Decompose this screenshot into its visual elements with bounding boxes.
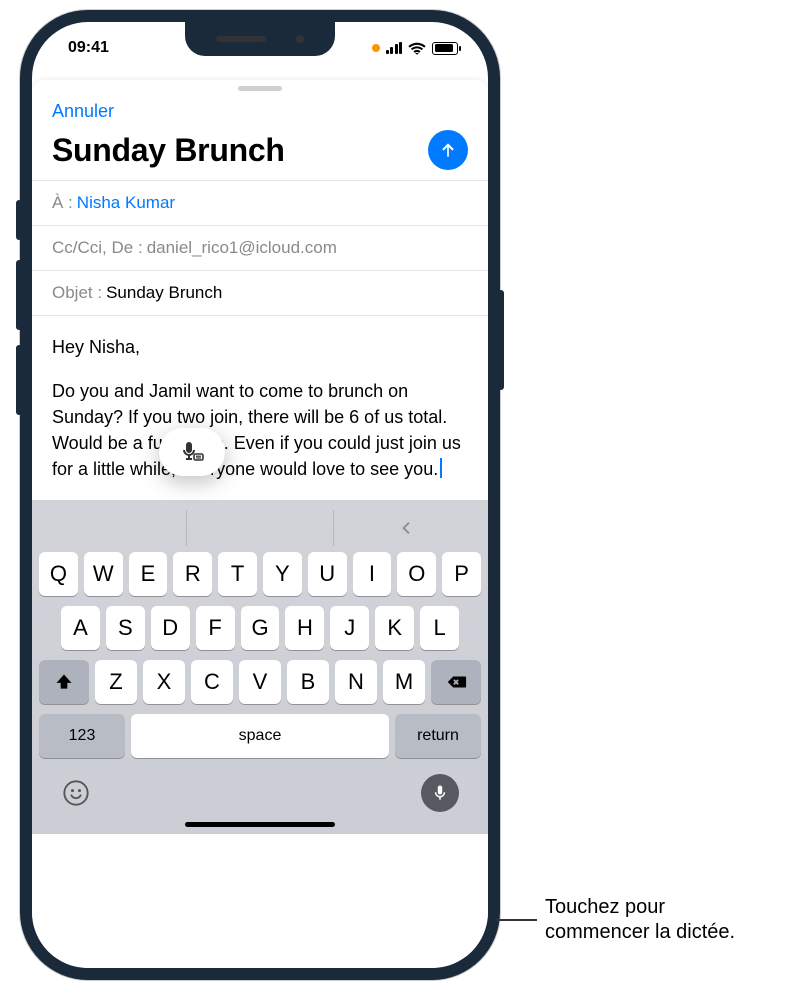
key-k[interactable]: K	[375, 606, 414, 650]
key-n[interactable]: N	[335, 660, 377, 704]
key-x[interactable]: X	[143, 660, 185, 704]
callout-text: Touchez pour commencer la dictée.	[545, 895, 735, 945]
mic-icon	[431, 784, 449, 802]
emoji-icon	[62, 779, 90, 807]
body-greeting: Hey Nisha,	[52, 334, 468, 360]
key-row-bottom: 123 space return	[37, 714, 483, 768]
key-numbers[interactable]: 123	[39, 714, 125, 758]
key-y[interactable]: Y	[263, 552, 302, 596]
screen: 09:41 Annuler Sunday Brunch À	[32, 22, 488, 968]
message-body[interactable]: Hey Nisha, Do you and Jamil want to come…	[32, 316, 488, 500]
key-m[interactable]: M	[383, 660, 425, 704]
cancel-button[interactable]: Annuler	[52, 95, 114, 130]
key-s[interactable]: S	[106, 606, 145, 650]
mic-keyboard-icon	[180, 440, 204, 464]
arrow-up-icon	[438, 140, 458, 160]
status-time: 09:41	[68, 39, 109, 57]
emoji-button[interactable]	[61, 778, 91, 808]
status-icons	[372, 41, 459, 55]
prediction-slot-1[interactable]	[41, 510, 187, 546]
key-a[interactable]: A	[61, 606, 100, 650]
notch	[185, 22, 335, 56]
key-l[interactable]: L	[420, 606, 459, 650]
side-button-silence	[16, 200, 22, 240]
key-z[interactable]: Z	[95, 660, 137, 704]
key-v[interactable]: V	[239, 660, 281, 704]
recording-indicator-icon	[372, 44, 380, 52]
compose-title: Sunday Brunch	[52, 132, 285, 169]
compose-sheet: Annuler Sunday Brunch À : Nisha Kumar Cc…	[32, 80, 488, 968]
side-button-right	[498, 290, 504, 390]
prediction-bar	[37, 510, 483, 552]
cellular-icon	[386, 42, 403, 54]
key-row-1: Q W E R T Y U I O P	[37, 552, 483, 606]
callout-leader-line	[495, 919, 537, 921]
home-indicator[interactable]	[185, 822, 335, 827]
key-row-3: Z X C V B N M	[37, 660, 483, 714]
cc-label: Cc/Cci, De :	[52, 238, 143, 258]
key-o[interactable]: O	[397, 552, 436, 596]
to-recipient[interactable]: Nisha Kumar	[77, 193, 175, 213]
key-r[interactable]: R	[173, 552, 212, 596]
key-h[interactable]: H	[285, 606, 324, 650]
dictation-button[interactable]	[421, 774, 459, 812]
key-f[interactable]: F	[196, 606, 235, 650]
delete-icon	[445, 671, 467, 693]
key-i[interactable]: I	[353, 552, 392, 596]
from-address: daniel_rico1@icloud.com	[147, 238, 337, 258]
keyboard: Q W E R T Y U I O P A S D F G H	[32, 500, 488, 834]
side-button-vol-down	[16, 345, 22, 415]
battery-icon	[432, 42, 458, 55]
prediction-collapse[interactable]	[334, 510, 479, 546]
dictation-pill[interactable]	[159, 428, 225, 476]
key-j[interactable]: J	[330, 606, 369, 650]
send-button[interactable]	[428, 130, 468, 170]
key-row-2: A S D F G H J K L	[37, 606, 483, 660]
key-shift[interactable]	[39, 660, 89, 704]
key-t[interactable]: T	[218, 552, 257, 596]
wifi-icon	[408, 41, 426, 55]
subject-label: Objet :	[52, 283, 102, 303]
key-space[interactable]: space	[131, 714, 389, 758]
phone-frame: 09:41 Annuler Sunday Brunch À	[20, 10, 500, 980]
text-cursor	[440, 458, 442, 478]
key-b[interactable]: B	[287, 660, 329, 704]
key-return[interactable]: return	[395, 714, 481, 758]
key-u[interactable]: U	[308, 552, 347, 596]
to-label: À :	[52, 193, 73, 213]
key-p[interactable]: P	[442, 552, 481, 596]
key-g[interactable]: G	[241, 606, 280, 650]
key-q[interactable]: Q	[39, 552, 78, 596]
shift-icon	[54, 672, 74, 692]
body-main: Do you and Jamil want to come to brunch …	[52, 381, 461, 479]
key-d[interactable]: D	[151, 606, 190, 650]
key-c[interactable]: C	[191, 660, 233, 704]
to-field[interactable]: À : Nisha Kumar	[32, 180, 488, 225]
side-button-vol-up	[16, 260, 22, 330]
key-w[interactable]: W	[84, 552, 123, 596]
subject-value: Sunday Brunch	[106, 283, 222, 303]
callout: Touchez pour commencer la dictée.	[495, 895, 735, 945]
subject-field[interactable]: Objet : Sunday Brunch	[32, 270, 488, 315]
prediction-slot-2[interactable]	[187, 510, 333, 546]
key-e[interactable]: E	[129, 552, 168, 596]
cc-from-field[interactable]: Cc/Cci, De : daniel_rico1@icloud.com	[32, 225, 488, 270]
key-delete[interactable]	[431, 660, 481, 704]
chevron-left-icon	[397, 519, 415, 537]
